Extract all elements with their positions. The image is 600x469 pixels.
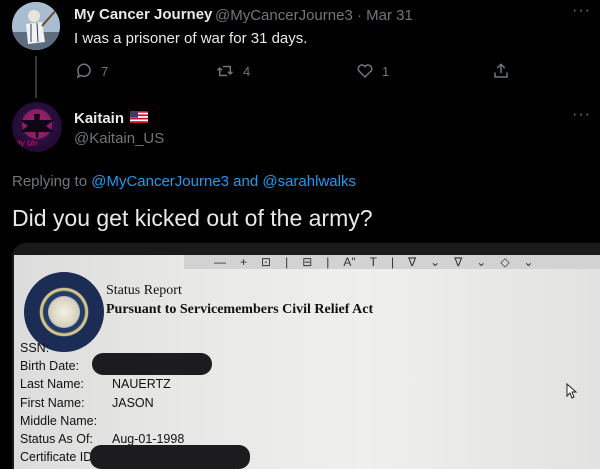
toolbar-glyph: ◇ [500,255,510,269]
avatar[interactable]: rity Un [12,102,62,152]
redaction-bar [90,445,250,469]
toolbar-glyph: ∇ [408,255,417,269]
toolbar-glyph: ⌄ [430,255,441,269]
retweet-button[interactable]: 4 [215,60,250,82]
document-paper: — + ⊡ | ⊟ | A" T | ∇ ⌄ ∇ ⌄ ◇ ⌄ Status Re… [14,255,600,469]
toolbar-glyph: ⌄ [476,255,487,269]
toolbar-glyph: | [326,255,330,269]
avatar-caption: rity Un [14,139,38,148]
handle[interactable]: @MyCancerJourne3 [215,7,353,24]
reply-icon [75,62,93,80]
reply-count: 7 [101,63,109,79]
more-options-icon[interactable]: ··· [572,2,591,20]
share-icon [492,62,510,80]
display-name[interactable]: Kaitain [74,110,124,127]
last-name-label: Last Name: [20,377,84,391]
replying-prefix: Replying to [12,173,88,190]
toolbar-glyph: ⊟ [302,255,313,269]
first-name-label: First Name: [20,396,85,410]
meta-separator: · [356,7,362,24]
document-title-line1: Status Report [106,283,182,298]
like-count: 1 [382,63,390,79]
toolbar-glyph: + [240,255,248,269]
reply-button[interactable]: 7 [75,60,108,82]
document-title-line2: Pursuant to Servicemembers Civil Relief … [106,302,374,317]
toolbar-glyph: ⌄ [523,255,534,269]
status-as-of-value: Aug-01-1998 [112,432,185,446]
tweet-date[interactable]: Mar 31 [366,7,413,24]
toolbar-glyph: T [369,255,377,269]
toolbar-glyph: — [214,255,226,269]
retweet-icon [215,62,235,80]
toolbar-glyph: | [285,255,289,269]
thread-connector-line [35,56,37,98]
display-name-row[interactable]: Kaitain [74,110,149,127]
share-button[interactable] [492,60,510,82]
mouse-cursor-icon [566,383,578,399]
toolbar-glyph: ∇ [454,255,463,269]
certificate-id-label: Certificate ID [20,450,93,464]
tweet-photo[interactable]: — + ⊡ | ⊟ | A" T | ∇ ⌄ ∇ ⌄ ◇ ⌄ Status Re… [12,243,600,469]
tweet-text: I was a prisoner of war for 31 days. [74,30,308,47]
department-of-defense-seal-icon [24,272,104,352]
retweet-count: 4 [243,63,251,79]
toolbar-glyph: A" [343,255,356,269]
display-name[interactable]: My Cancer Journey [74,6,212,23]
last-name-value: NAUERTZ [112,377,171,391]
replying-users-link[interactable]: @MyCancerJourne3 and @sarahlwalks [91,173,356,190]
toolbar-glyph: ⊡ [261,255,272,269]
ssn-label: SSN: [20,341,50,355]
us-flag-icon [130,110,149,127]
toolbar-glyph: | [391,255,395,269]
handle[interactable]: @Kaitain_US [74,130,164,147]
markup-toolbar: — + ⊡ | ⊟ | A" T | ∇ ⌄ ∇ ⌄ ◇ ⌄ [184,255,600,269]
tweet-text: Did you get kicked out of the army? [12,205,373,231]
avatar[interactable] [12,2,60,50]
status-as-of-label: Status As Of: [20,432,93,446]
baseball-player-avatar-image [12,2,60,50]
more-options-icon[interactable]: ··· [572,106,591,124]
first-name-value: JASON [112,396,154,410]
document-title: Status Report Pursuant to Servicemembers… [106,281,373,319]
heart-icon [356,62,374,80]
middle-name-label: Middle Name: [20,414,98,428]
redaction-bar [92,353,212,375]
replying-to: Replying to @MyCancerJourne3 and @sarahl… [12,173,356,190]
tweet-meta: @MyCancerJourne3 · Mar 31 [215,7,413,24]
birth-date-label: Birth Date: [20,359,80,373]
like-button[interactable]: 1 [356,60,389,82]
